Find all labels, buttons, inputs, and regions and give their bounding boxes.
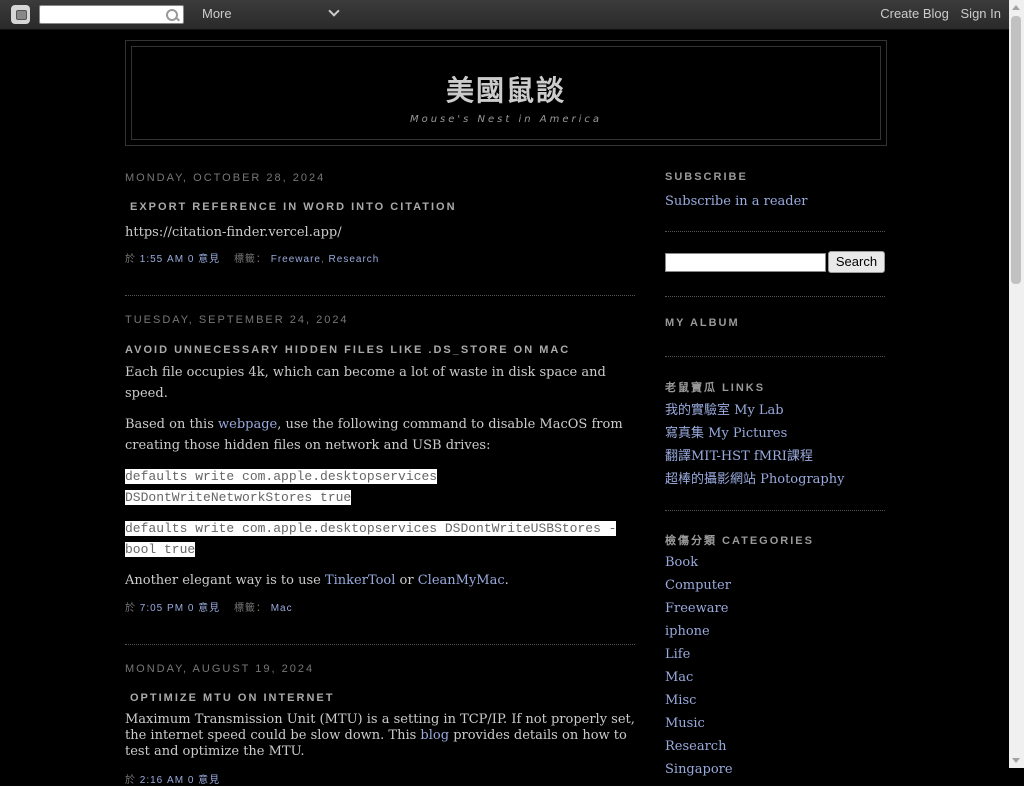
post-title[interactable]: Optimize MTU on Internet xyxy=(125,692,635,704)
blog-title[interactable]: 美國鼠談 xyxy=(132,69,880,109)
sidebar-link[interactable]: 我的實驗室 My Lab xyxy=(665,399,844,422)
post-body: Each file occupies 4k, which can become … xyxy=(125,362,635,591)
sidebar-link[interactable]: 超棒的攝影網站 Photography xyxy=(665,468,844,491)
sidebar-divider xyxy=(665,356,885,357)
links-list: 我的實驗室 My Lab 寫真集 My Pictures 翻譯MIT-HST f… xyxy=(665,399,844,491)
code-block: defaults write com.apple.desktopservices… xyxy=(125,469,438,505)
post-timestamp-link[interactable]: 2:16 AM xyxy=(140,775,184,786)
category-link[interactable]: Book xyxy=(665,551,733,574)
post-footer-prefix: 於 xyxy=(125,603,136,614)
category-link[interactable]: Mac xyxy=(665,666,733,689)
date-header: Monday, August 19, 2024 xyxy=(125,663,315,675)
webpage-link[interactable]: webpage xyxy=(218,417,277,432)
categories-list: Book Computer Freeware iphone Life Mac M… xyxy=(665,551,733,781)
label-link[interactable]: Research xyxy=(329,254,380,265)
blogger-logo-icon[interactable] xyxy=(11,5,30,24)
label-link[interactable]: Mac xyxy=(271,603,293,614)
page-scrollbar[interactable] xyxy=(1009,0,1024,768)
sidebar-divider xyxy=(665,231,885,232)
blog-description: Mouse's Nest in America xyxy=(409,114,603,125)
subscribe-title: Subscribe xyxy=(665,171,748,183)
labels-prefix: 標籤： xyxy=(233,603,267,614)
scroll-up-arrow-icon[interactable] xyxy=(1012,5,1020,10)
post-timestamp-link[interactable]: 1:55 AM xyxy=(140,254,184,265)
post-paragraph: Maximum Transmission Unit (MTU) is a set… xyxy=(125,712,635,759)
tinkertool-link[interactable]: TinkerTool xyxy=(325,573,395,588)
post-body-text: https://citation-finder.vercel.app/ xyxy=(125,225,342,240)
links-title: 老鼠寶瓜 Links xyxy=(665,382,766,394)
sidebar-divider xyxy=(665,510,885,511)
category-link[interactable]: Music xyxy=(665,712,733,735)
cleanmymac-link[interactable]: CleanMyMac xyxy=(418,573,505,588)
search-button[interactable]: Search xyxy=(828,251,885,273)
search-icon[interactable] xyxy=(166,9,178,21)
sidebar-search-input[interactable] xyxy=(665,253,826,272)
categories-title: 檢傷分類 Categories xyxy=(665,535,814,547)
post-body: Maximum Transmission Unit (MTU) is a set… xyxy=(125,712,635,760)
post-footer-prefix: 於 xyxy=(125,254,136,265)
post-comments-link[interactable]: 0 意見 xyxy=(188,775,220,786)
post-footer: 於 7:05 PM 0 意見 標籤： Mac xyxy=(125,599,635,614)
category-link[interactable]: iphone xyxy=(665,620,733,643)
labels-prefix: 標籤： xyxy=(233,254,267,265)
chevron-down-icon[interactable] xyxy=(328,5,340,17)
sign-in-link[interactable]: Sign In xyxy=(961,6,1001,21)
album-title: My Album xyxy=(665,317,740,329)
post-footer-prefix: 於 xyxy=(125,775,136,786)
blog-header: 美國鼠談 Mouse's Nest in America xyxy=(125,40,887,146)
main-column: Monday, October 28, 2024 Export referenc… xyxy=(125,160,635,786)
post-title[interactable]: Export reference in Word into Citation xyxy=(125,201,635,213)
sidebar-link[interactable]: 寫真集 My Pictures xyxy=(665,422,844,445)
post-comments-link[interactable]: 0 意見 xyxy=(188,254,220,265)
sidebar-divider xyxy=(665,296,885,297)
sidebar-link[interactable]: 翻譯MIT-HST fMRI課程 xyxy=(665,445,844,468)
navbar-search-input[interactable] xyxy=(39,5,184,24)
date-header: Tuesday, September 24, 2024 xyxy=(125,314,349,326)
category-link[interactable]: Misc xyxy=(665,689,733,712)
label-link[interactable]: Freeware xyxy=(271,254,321,265)
create-blog-link[interactable]: Create Blog xyxy=(880,6,949,21)
blog-link[interactable]: blog xyxy=(420,728,449,743)
post-comments-link[interactable]: 0 意見 xyxy=(188,603,220,614)
code-block: defaults write com.apple.desktopservices… xyxy=(125,521,617,557)
category-link[interactable]: Computer xyxy=(665,574,733,597)
post-divider xyxy=(125,295,635,296)
blog-header-inner: 美國鼠談 Mouse's Nest in America xyxy=(131,46,881,140)
post-body: https://citation-finder.vercel.app/ xyxy=(125,222,635,243)
post-divider xyxy=(125,644,635,645)
post-paragraph: Based on this webpage, use the following… xyxy=(125,417,623,453)
category-link[interactable]: Freeware xyxy=(665,597,733,620)
more-menu-label[interactable]: More xyxy=(202,6,232,21)
category-link[interactable]: Research xyxy=(665,735,733,758)
post-timestamp-link[interactable]: 7:05 PM xyxy=(140,603,184,614)
subscribe-reader-link[interactable]: Subscribe in a reader xyxy=(665,190,808,213)
blogger-navbar: More Create Blog Sign In xyxy=(0,0,1009,30)
post-paragraph: Another elegant way is to use TinkerTool… xyxy=(125,573,509,588)
category-link[interactable]: Life xyxy=(665,643,733,666)
scroll-down-arrow-icon[interactable] xyxy=(1012,758,1020,763)
post-footer: 於 1:55 AM 0 意見 標籤： Freeware, Research xyxy=(125,254,380,265)
scrollbar-thumb[interactable] xyxy=(1011,16,1021,284)
post-paragraph: Each file occupies 4k, which can become … xyxy=(125,365,606,401)
post-footer: 於 2:16 AM 0 意見 xyxy=(125,771,635,786)
category-link[interactable]: Singapore xyxy=(665,758,733,781)
post-title[interactable]: Avoid unnecessary hidden files like .DS_… xyxy=(125,344,635,356)
navbar-right-links: Create Blog Sign In xyxy=(872,6,1001,21)
date-header: Monday, October 28, 2024 xyxy=(125,172,326,184)
